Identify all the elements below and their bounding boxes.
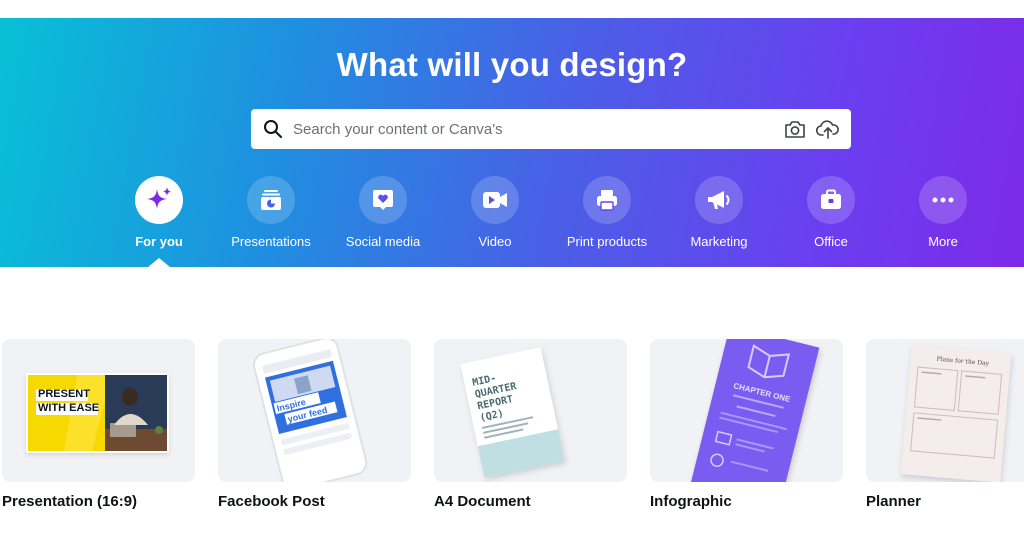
category-icon-circle	[135, 176, 183, 224]
category-presentations[interactable]: Presentations	[215, 176, 327, 249]
category-nav: For you Presentations Social media Video…	[0, 176, 1024, 267]
design-type-row: PRESENT WITH EASE Presentation (16:9) In…	[0, 339, 1024, 539]
category-print-products[interactable]: Print products	[551, 176, 663, 249]
presentation-thumbnail: PRESENT WITH EASE	[2, 339, 195, 482]
category-social-media[interactable]: Social media	[327, 176, 439, 249]
briefcase-icon	[821, 189, 841, 209]
hero-banner: What will you design? For you	[0, 18, 1024, 267]
category-icon-circle	[247, 176, 295, 224]
category-for-you[interactable]: For you	[103, 176, 215, 249]
design-card-label: Planner	[866, 493, 922, 510]
category-icon-circle	[359, 176, 407, 224]
category-icon-circle	[919, 176, 967, 224]
category-video[interactable]: Video	[439, 176, 551, 249]
hero-title: What will you design?	[336, 46, 688, 83]
presentation-icon	[261, 190, 281, 210]
presentation-thumb-line-1: PRESENT	[38, 388, 90, 400]
planner-thumbnail: Plans for the Day	[866, 339, 1024, 482]
active-category-indicator	[148, 258, 170, 267]
presentation-thumb-line-2: WITH EASE	[38, 402, 100, 414]
category-label: Office	[814, 234, 848, 249]
printer-icon	[597, 190, 617, 211]
category-office[interactable]: Office	[775, 176, 887, 249]
infographic-preview-image: CHAPTER ONE	[688, 339, 820, 482]
sparkle-icon	[147, 187, 171, 209]
megaphone-icon	[708, 191, 730, 209]
phone-mockup-image: Inspire your feed	[252, 339, 368, 482]
camera-icon[interactable]	[784, 119, 806, 139]
category-icon-circle	[471, 176, 519, 224]
category-label: Video	[478, 234, 512, 249]
video-camera-icon	[483, 192, 507, 208]
search-input[interactable]	[293, 109, 773, 149]
more-dots-icon	[932, 197, 954, 203]
category-icon-circle	[583, 176, 631, 224]
document-preview-image: MID- QUARTER REPORT (Q2)	[460, 347, 565, 478]
design-card-infographic[interactable]: CHAPTER ONE Infographic	[650, 339, 843, 510]
category-label: Marketing	[690, 234, 748, 249]
design-card-label: A4 Document	[434, 493, 531, 510]
category-label: Social media	[345, 234, 421, 249]
heart-icon	[373, 190, 393, 210]
facebook-post-thumbnail: Inspire your feed	[218, 339, 411, 482]
category-icon-circle	[695, 176, 743, 224]
design-card-planner[interactable]: Plans for the Day Planner	[866, 339, 1024, 510]
infographic-thumbnail: CHAPTER ONE	[650, 339, 843, 482]
design-card-label: Infographic	[650, 493, 732, 510]
search-icon	[264, 120, 282, 138]
category-label: Print products	[566, 234, 648, 249]
planner-preview-image: Plans for the Day	[900, 344, 1012, 482]
category-label: Presentations	[231, 234, 311, 249]
category-label: For you	[135, 234, 183, 249]
a4-document-thumbnail: MID- QUARTER REPORT (Q2)	[434, 339, 627, 482]
design-card-presentation[interactable]: PRESENT WITH EASE Presentation (16:9)	[2, 339, 195, 510]
category-icon-circle	[807, 176, 855, 224]
search-bar[interactable]	[251, 109, 851, 149]
upload-cloud-icon[interactable]	[816, 118, 840, 140]
design-card-facebook-post[interactable]: Inspire your feed Facebook Post	[218, 339, 411, 510]
design-card-a4-document[interactable]: MID- QUARTER REPORT (Q2) A4 Document	[434, 339, 627, 510]
category-marketing[interactable]: Marketing	[663, 176, 775, 249]
design-card-label: Presentation (16:9)	[2, 493, 138, 510]
design-card-label: Facebook Post	[218, 493, 325, 510]
category-more[interactable]: More	[887, 176, 999, 249]
category-label: More	[928, 234, 958, 249]
